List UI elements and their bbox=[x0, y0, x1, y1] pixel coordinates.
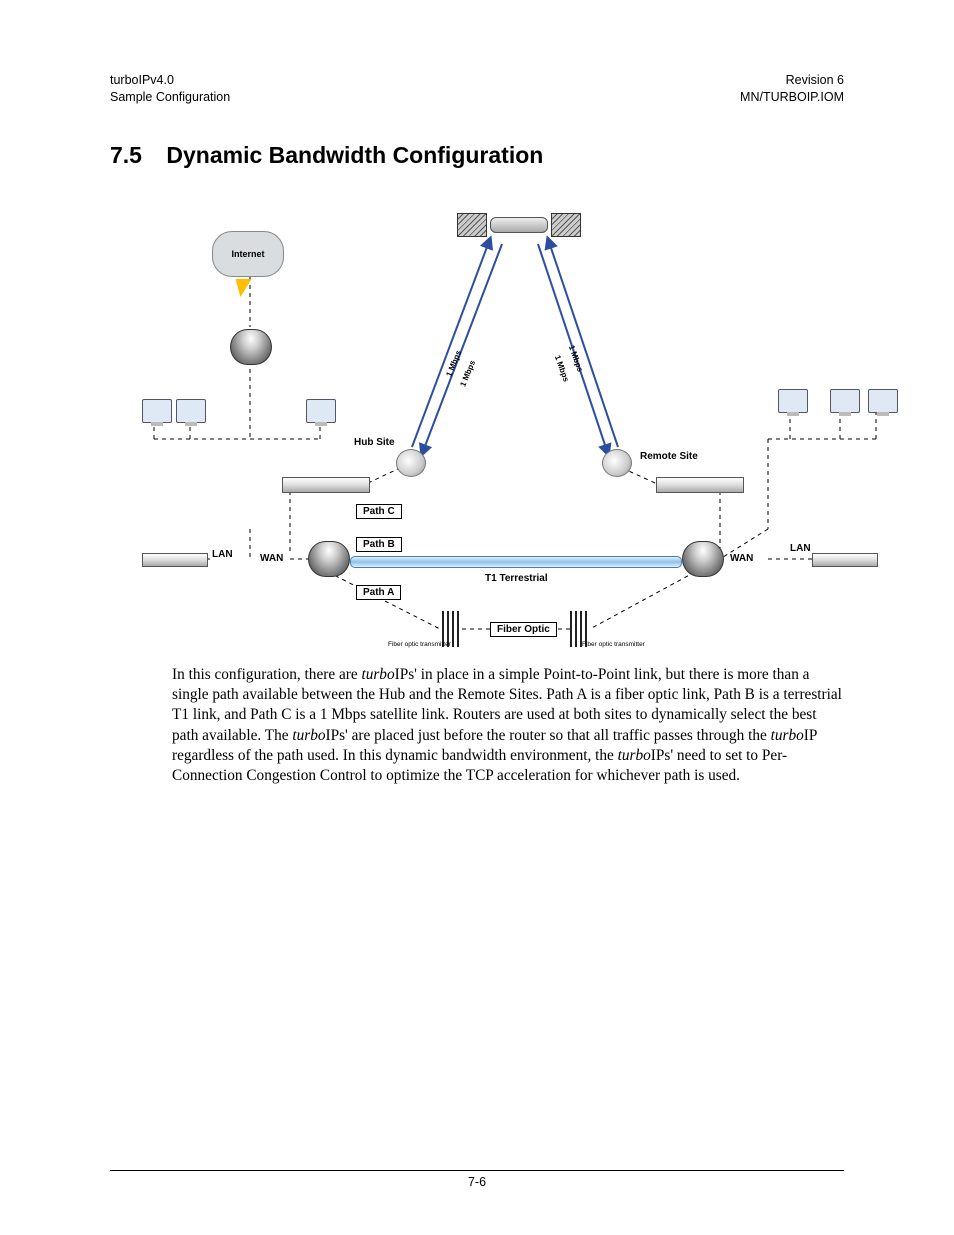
path-a-label: Path A bbox=[356, 585, 401, 600]
workstation-icon bbox=[306, 399, 336, 423]
satellite-icon bbox=[490, 217, 548, 233]
para-em: turbo bbox=[292, 727, 325, 744]
satellite-dish-icon bbox=[602, 449, 632, 477]
page-number: 7-6 bbox=[0, 1175, 954, 1189]
fiber-tx-right-label: Fiber optic transmitter bbox=[582, 641, 645, 648]
network-diagram: Internet Hub Site Remote Site bbox=[150, 179, 880, 659]
workstation-icon bbox=[830, 389, 860, 413]
para-em: turbo bbox=[771, 727, 804, 744]
para-text: IPs' are placed just before the router s… bbox=[326, 727, 771, 744]
satellite-dish-icon bbox=[396, 449, 426, 477]
turboip-device-icon bbox=[812, 553, 878, 567]
modem-rack-icon bbox=[656, 477, 744, 493]
para-text: In this configuration, there are bbox=[172, 666, 361, 683]
router-icon bbox=[682, 541, 724, 577]
header-right-line2: MN/TURBOIP.IOM bbox=[740, 90, 844, 104]
hub-site-label: Hub Site bbox=[354, 437, 395, 448]
wan-label-left: WAN bbox=[260, 553, 283, 564]
wan-label-right: WAN bbox=[730, 553, 753, 564]
internet-cloud-icon: Internet bbox=[212, 231, 284, 277]
modem-rack-icon bbox=[282, 477, 370, 493]
para-em: turbo bbox=[618, 747, 651, 764]
router-icon bbox=[308, 541, 350, 577]
remote-site-label: Remote Site bbox=[640, 451, 698, 462]
header-left-line2: Sample Configuration bbox=[110, 90, 230, 104]
t1-link-icon bbox=[350, 556, 682, 568]
lightning-icon bbox=[232, 279, 251, 297]
body-paragraph: In this configuration, there are turboIP… bbox=[172, 665, 844, 787]
t1-terrestrial-label: T1 Terrestrial bbox=[485, 573, 548, 584]
internet-label: Internet bbox=[213, 232, 283, 276]
path-b-label: Path B bbox=[356, 537, 402, 552]
workstation-icon bbox=[176, 399, 206, 423]
workstation-icon bbox=[142, 399, 172, 423]
header-left-line1: turboIPv4.0 bbox=[110, 73, 174, 87]
footer-rule bbox=[110, 1170, 844, 1171]
workstation-icon bbox=[778, 389, 808, 413]
turboip-device-icon bbox=[142, 553, 208, 567]
router-icon bbox=[230, 329, 272, 365]
section-number: 7.5 bbox=[110, 142, 142, 168]
fiber-tx-left-label: Fiber optic transmitter bbox=[388, 641, 451, 648]
section-title-text: Dynamic Bandwidth Configuration bbox=[166, 142, 543, 168]
lan-label-left: LAN bbox=[212, 549, 233, 560]
lan-label-right: LAN bbox=[790, 543, 811, 554]
page-header: turboIPv4.0 Sample Configuration Revisio… bbox=[110, 72, 844, 106]
para-em: turbo bbox=[361, 666, 394, 683]
path-c-label: Path C bbox=[356, 504, 402, 519]
workstation-icon bbox=[868, 389, 898, 413]
header-right-line1: Revision 6 bbox=[786, 73, 844, 87]
section-heading: 7.5 Dynamic Bandwidth Configuration bbox=[110, 142, 844, 169]
fiber-optic-label: Fiber Optic bbox=[490, 622, 557, 637]
